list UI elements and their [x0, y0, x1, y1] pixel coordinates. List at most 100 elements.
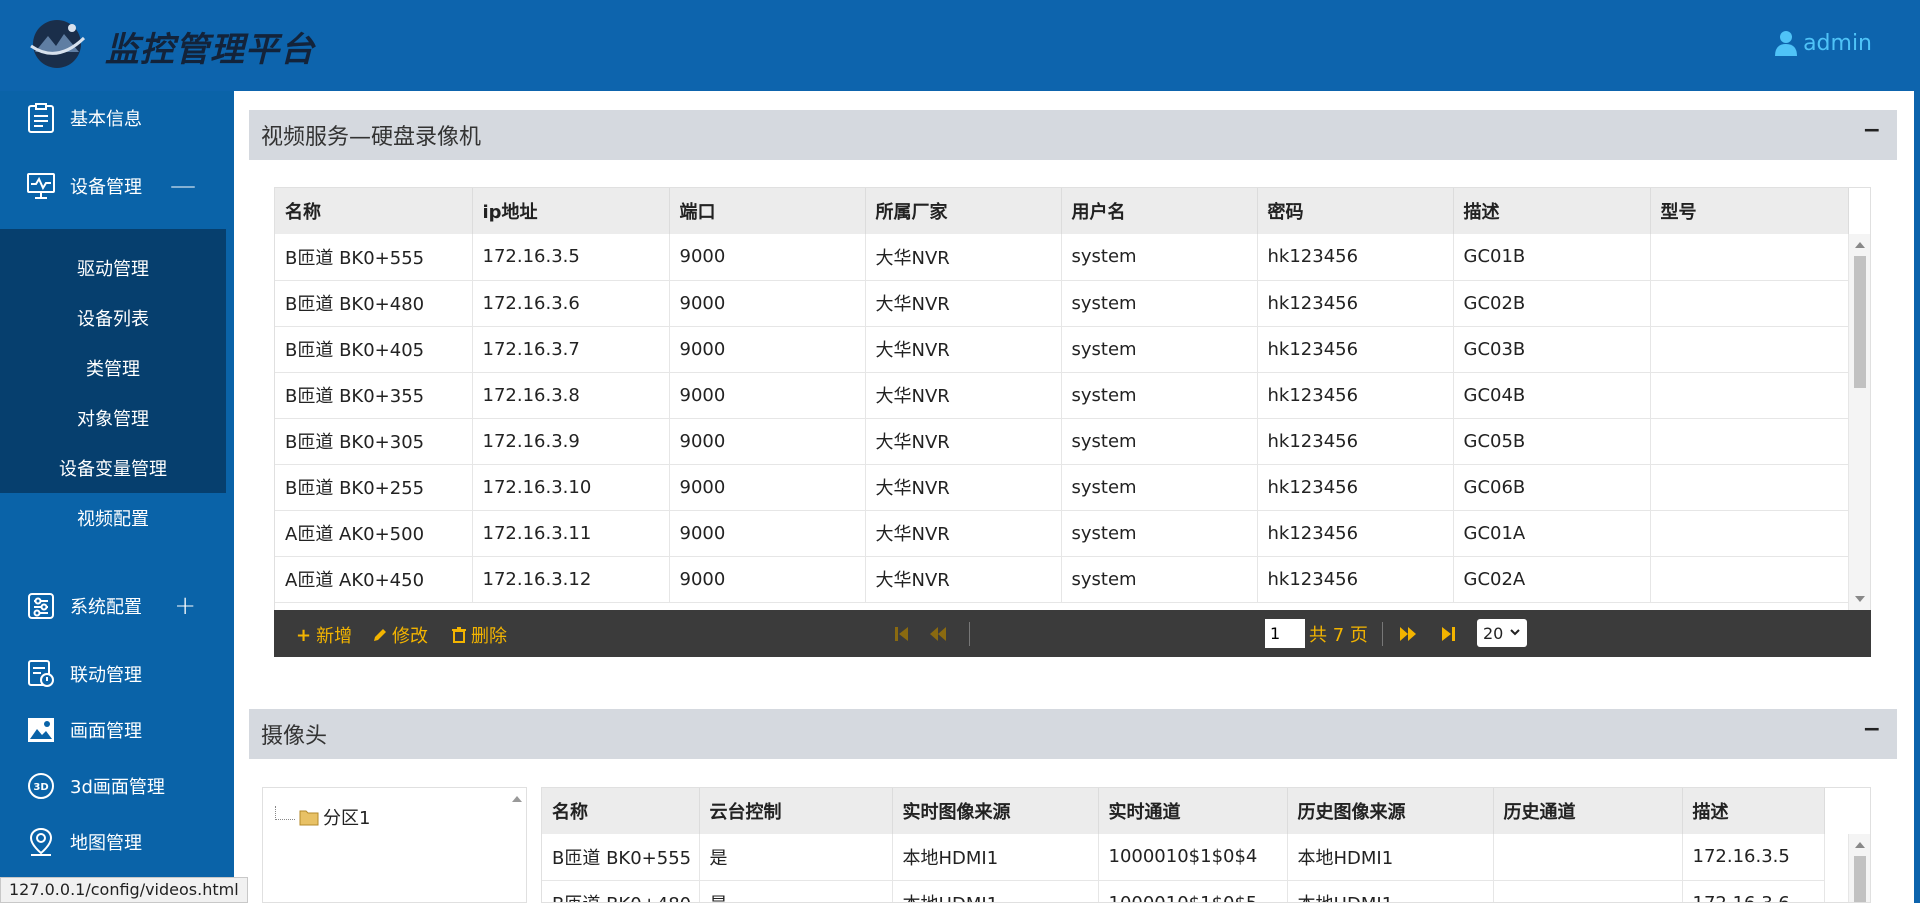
- cell-port: 9000: [669, 280, 866, 327]
- table-row[interactable]: B匝道 BK0+555 172.16.3.5 9000 大华NVR system…: [275, 234, 1849, 281]
- cell-description: GC02B: [1453, 280, 1651, 327]
- plus-icon: +: [296, 624, 312, 646]
- user-menu[interactable]: admin: [1775, 30, 1872, 56]
- submenu-item-class[interactable]: 类管理: [0, 343, 226, 393]
- first-page-icon[interactable]: [892, 624, 912, 644]
- submenu-item-video-config[interactable]: 视频配置: [0, 493, 226, 543]
- cell-password: hk123456: [1257, 510, 1454, 557]
- scroll-up-icon[interactable]: [1855, 842, 1865, 848]
- column-header[interactable]: 型号: [1650, 188, 1849, 234]
- cell-username: system: [1061, 234, 1258, 281]
- trash-icon: [452, 627, 466, 643]
- cell-port: 9000: [669, 234, 866, 281]
- cell-username: system: [1061, 326, 1258, 373]
- camera-table: 名称 云台控制 实时图像来源 实时通道 历史图像来源 历史通道 描述 B匝道 B…: [541, 787, 1871, 903]
- cell-history-channel: [1493, 834, 1683, 881]
- cell-live-channel: 1000010$1$0$4: [1098, 834, 1288, 881]
- column-header[interactable]: ip地址: [472, 188, 670, 234]
- column-header[interactable]: 所属厂家: [865, 188, 1062, 234]
- cell-name: B匝道 BK0+480: [542, 880, 700, 902]
- table-row[interactable]: B匝道 BK0+480 是 本地HDMI1 1000010$1$0$5 本地HD…: [542, 880, 1825, 902]
- submenu-item-driver[interactable]: 驱动管理: [0, 243, 226, 293]
- tree-connector: [275, 806, 295, 820]
- sidebar-item-system-config[interactable]: 系统配置 +: [0, 576, 226, 636]
- cell-description: GC03B: [1453, 326, 1651, 373]
- previous-page-icon[interactable]: [928, 624, 948, 644]
- table-row[interactable]: B匝道 BK0+405 172.16.3.7 9000 大华NVR system…: [275, 326, 1849, 373]
- submenu-item-object[interactable]: 对象管理: [0, 393, 226, 443]
- camera-table-scrollbar[interactable]: [1848, 834, 1870, 902]
- last-page-icon[interactable]: [1438, 624, 1458, 644]
- cell-vendor: 大华NVR: [865, 510, 1062, 557]
- sidebar-item-screen[interactable]: 画面管理: [0, 700, 226, 760]
- delete-button[interactable]: 删除: [451, 622, 507, 648]
- page-number-input[interactable]: [1265, 619, 1305, 648]
- table-row[interactable]: B匝道 BK0+255 172.16.3.10 9000 大华NVR syste…: [275, 464, 1849, 511]
- table-row[interactable]: A匝道 AK0+500 172.16.3.11 9000 大华NVR syste…: [275, 510, 1849, 557]
- cell-name: B匝道 BK0+555: [542, 834, 700, 881]
- column-header[interactable]: 密码: [1257, 188, 1454, 234]
- sidebar-item-3d-screen[interactable]: 3D 3d画面管理: [0, 756, 226, 816]
- page-size-select[interactable]: 20: [1477, 619, 1527, 647]
- column-header[interactable]: 历史通道: [1493, 788, 1683, 834]
- submenu-item-variable[interactable]: 设备变量管理: [0, 443, 226, 493]
- scroll-down-icon[interactable]: [1855, 596, 1865, 602]
- cell-description: GC06B: [1453, 464, 1651, 511]
- table-row[interactable]: A匝道 AK0+450 172.16.3.12 9000 大华NVR syste…: [275, 556, 1849, 603]
- sidebar-item-basic-info[interactable]: 基本信息: [0, 88, 226, 148]
- scroll-thumb[interactable]: [1854, 256, 1866, 388]
- table-row[interactable]: B匝道 BK0+555 是 本地HDMI1 1000010$1$0$4 本地HD…: [542, 834, 1825, 881]
- sidebar-item-label: 系统配置: [70, 597, 142, 618]
- column-header[interactable]: 名称: [275, 188, 473, 234]
- submenu-item-device-list[interactable]: 设备列表: [0, 293, 226, 343]
- cell-ip: 172.16.3.7: [472, 326, 670, 373]
- cell-username: system: [1061, 418, 1258, 465]
- camera-panel-title: 摄像头: [261, 724, 328, 749]
- cell-live-source: 本地HDMI1: [892, 834, 1099, 881]
- column-header[interactable]: 描述: [1682, 788, 1825, 834]
- collapse-toggle[interactable]: —: [170, 171, 196, 201]
- tree-node-zone[interactable]: 分区1: [275, 804, 370, 830]
- sidebar-item-label: 联动管理: [70, 665, 142, 686]
- column-header[interactable]: 用户名: [1061, 188, 1258, 234]
- next-page-icon[interactable]: [1398, 624, 1418, 644]
- nvr-panel-collapse-button[interactable]: −: [1863, 118, 1881, 143]
- table-row[interactable]: B匝道 BK0+480 172.16.3.6 9000 大华NVR system…: [275, 280, 1849, 327]
- table-row[interactable]: B匝道 BK0+355 172.16.3.8 9000 大华NVR system…: [275, 372, 1849, 419]
- column-header[interactable]: 云台控制: [699, 788, 893, 834]
- expand-toggle[interactable]: +: [174, 591, 196, 621]
- cell-description: GC02A: [1453, 556, 1651, 603]
- table-row[interactable]: B匝道 BK0+305 172.16.3.9 9000 大华NVR system…: [275, 418, 1849, 465]
- tree-scrollbar[interactable]: [508, 788, 526, 903]
- cell-username: system: [1061, 464, 1258, 511]
- add-button[interactable]: + 新增: [296, 622, 352, 648]
- cell-model: [1650, 234, 1849, 281]
- cell-port: 9000: [669, 556, 866, 603]
- column-header[interactable]: 历史图像来源: [1287, 788, 1494, 834]
- cell-username: system: [1061, 556, 1258, 603]
- top-header: 监控管理平台 admin: [0, 0, 1920, 91]
- zone-tree: 分区1: [262, 787, 527, 903]
- column-header[interactable]: 实时通道: [1098, 788, 1288, 834]
- edit-button[interactable]: 修改: [372, 622, 428, 648]
- column-header[interactable]: 名称: [542, 788, 700, 834]
- cell-history-channel: [1493, 880, 1683, 902]
- scroll-thumb[interactable]: [1854, 856, 1866, 902]
- pager-separator: [1382, 622, 1383, 646]
- scroll-up-icon[interactable]: [512, 796, 522, 802]
- column-header[interactable]: 描述: [1453, 188, 1651, 234]
- scroll-up-icon[interactable]: [1855, 242, 1865, 248]
- column-header[interactable]: 端口: [669, 188, 866, 234]
- nvr-table: 名称 ip地址 端口 所属厂家 用户名 密码 描述 型号 B匝道 BK0+555…: [274, 187, 1871, 611]
- camera-panel-collapse-button[interactable]: −: [1863, 717, 1881, 742]
- sidebar-item-device-management[interactable]: 设备管理 —: [0, 156, 226, 216]
- cell-live-channel: 1000010$1$0$5: [1098, 880, 1288, 902]
- sidebar-item-linkage[interactable]: 联动管理: [0, 644, 226, 704]
- column-header[interactable]: 实时图像来源: [892, 788, 1099, 834]
- nvr-table-scrollbar[interactable]: [1848, 234, 1870, 610]
- sidebar-item-map[interactable]: 地图管理: [0, 812, 226, 872]
- pager-separator: [969, 622, 970, 646]
- sidebar-item-label: 基本信息: [70, 109, 142, 130]
- cell-name: A匝道 AK0+450: [275, 556, 473, 603]
- cell-vendor: 大华NVR: [865, 556, 1062, 603]
